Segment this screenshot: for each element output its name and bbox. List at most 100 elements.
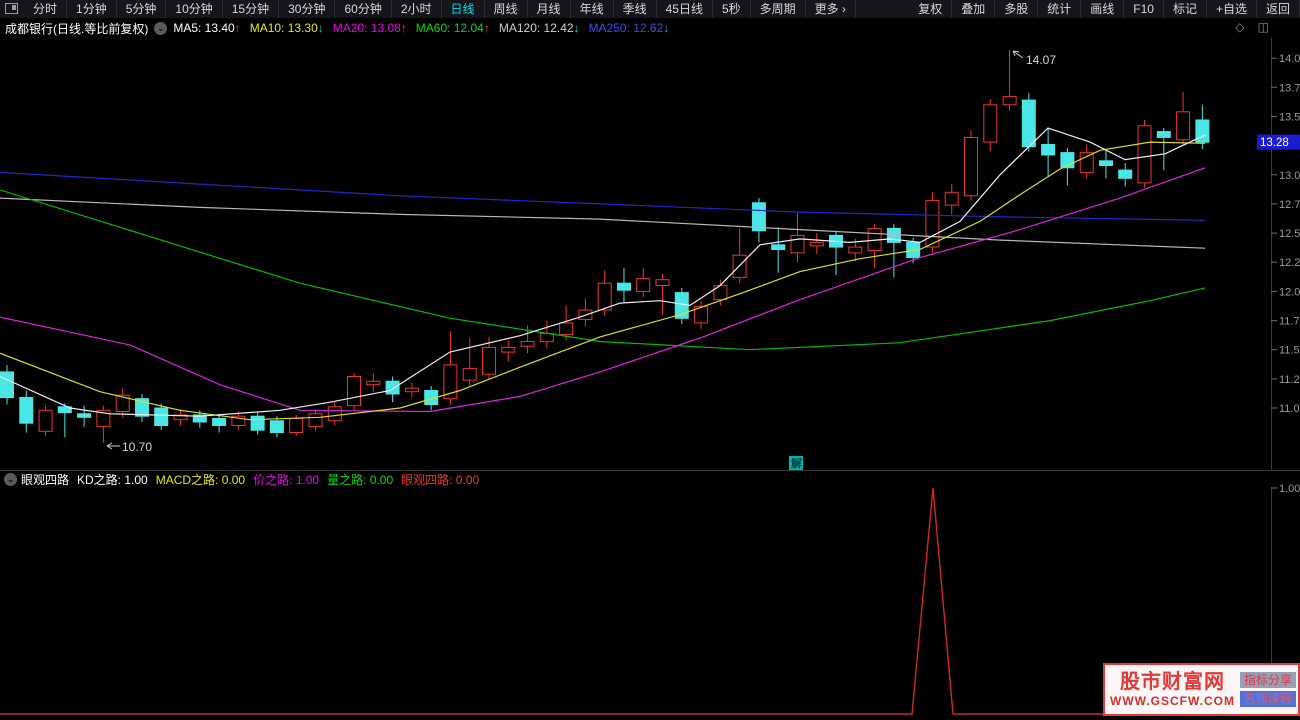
candle-body [289,418,304,433]
ma-value-MA250: MA250: 12.62↓ [589,21,670,35]
stock-title: 成都银行(日线.等比前复权) [5,21,149,36]
indicator-value-KD之路: KD之路: 1.00 [77,472,148,487]
period-tab-15分钟[interactable]: 15分钟 [223,0,280,18]
indicator-header: ⌄ 眼观四路 KD之路: 1.00 MACD之路: 0.00 价之路: 1.00 量之… [0,471,1272,487]
period-tab-45日线[interactable]: 45日线 [657,0,713,18]
ma-text: MA20: 13.08 [332,21,401,35]
trading-terminal: 14.0013.7513.5013.2513.0012.7512.5012.25… [0,0,1300,720]
indicator-values: KD之路: 1.00 MACD之路: 0.00 价之路: 1.00 量之路: 0.00… [77,471,487,488]
up-arrow-icon: ↑ [400,21,407,35]
candle-body [809,241,824,247]
candle-body [1137,125,1152,184]
candle-body [655,279,670,287]
watermark-badges: 指标分享 名师课程 [1239,672,1296,707]
action-buttons: 复权 叠加 多股 统计 画线 F10 标记 +自选 返回 [909,0,1300,18]
action-button-叠加[interactable]: 叠加 [952,0,996,18]
ma-values: MA5: 13.40↑ MA10: 13.30↓ MA20: 13.08↑ MA60:… [173,21,678,35]
candle-body [597,282,612,311]
indicator-chevron-icon[interactable]: ⌄ [4,472,17,486]
high-annotation-arrow [1012,50,1024,59]
ma-value-MA10: MA10: 13.30↓ [250,21,324,35]
indicator-axis-label: 1.00 [1279,483,1300,495]
axis-label: 13.50 [1279,112,1300,124]
period-tab-60分钟[interactable]: 60分钟 [335,0,392,18]
axis-label: 11.00 [1279,403,1300,415]
indicator-value-MACD之路: MACD之路: 0.00 [155,472,246,487]
period-tab-月线[interactable]: 月线 [528,0,571,18]
candle-body [38,409,53,432]
candle-body [1156,131,1171,138]
candle-body [925,199,940,248]
candle-body [1021,99,1036,148]
down-arrow-icon: ↓ [317,21,324,35]
candle-body [1118,169,1133,179]
low-annotation-label: 10.70 [122,440,152,454]
action-button-复权[interactable]: 复权 [909,0,953,18]
candle-body [154,407,169,426]
ma250-line [0,171,1206,221]
action-button-画线[interactable]: 画线 [1081,0,1125,18]
ma-text: MA120: 12.42 [498,21,574,35]
last-price-text: 13.28 [1260,137,1289,149]
action-button-+自选[interactable]: +自选 [1207,0,1257,18]
period-tab-日线[interactable]: 日线 [442,0,485,18]
period-tab-更多 ›[interactable]: 更多 › [806,0,856,18]
watermark-badge-1: 指标分享 [1239,672,1296,688]
panel-corner-icons[interactable]: ◇ ◫ [1235,20,1274,34]
candle-body [1079,152,1094,173]
chart-info-bar: 成都银行(日线.等比前复权) ⌄ MA5: 13.40↑ MA10: 13.30↓… [0,18,1300,38]
period-tab-年线[interactable]: 年线 [571,0,614,18]
candle-body [308,413,323,428]
candle-body [269,420,284,433]
watermark-badge-2: 名师课程 [1239,691,1296,707]
ma-value-MA5: MA5: 13.40↑ [173,21,240,35]
period-tab-1分钟[interactable]: 1分钟 [67,0,117,18]
period-tab-2小时[interactable]: 2小时 [392,0,442,18]
ma60-line [0,189,1206,351]
candle-body [482,346,496,375]
ma-value-MA60: MA60: 12.04↑ [416,21,490,35]
candle-body [77,413,92,418]
window-icon[interactable] [5,3,18,14]
candle-body [1041,144,1056,156]
action-button-多股[interactable]: 多股 [995,0,1039,18]
candle-body [347,376,361,407]
candle-body [1176,111,1191,141]
period-tab-季线[interactable]: 季线 [614,0,657,18]
action-button-F10[interactable]: F10 [1124,0,1164,18]
ma-text: MA5: 13.40 [173,21,235,35]
axis-label: 12.50 [1279,228,1300,240]
collapse-chevron-icon[interactable]: ⌄ [154,21,168,35]
candle-body [501,346,516,353]
indicator-value-眼观四路: 眼观四路: 0.00 [401,472,480,487]
axis-label: 13.75 [1279,82,1300,94]
ma5-line [0,127,1206,417]
ma-value-MA20: MA20: 13.08↑ [333,21,407,35]
watermark-text: 股市财富网 WWW.GSCFW.COM [1107,671,1238,708]
ma-text: MA60: 12.04 [415,21,484,35]
period-tab-10分钟[interactable]: 10分钟 [166,0,223,18]
period-tabs: 分时 1分钟 5分钟 10分钟 15分钟 30分钟 60分钟 2小时 日线 周线 月线 年线 季线 45日… [24,0,856,18]
candle-body [617,282,631,291]
candle-body [385,380,400,395]
period-tab-30分钟[interactable]: 30分钟 [279,0,336,18]
period-tab-5分钟[interactable]: 5分钟 [117,0,167,18]
ma-text: MA250: 12.62 [588,21,664,35]
period-tab-周线[interactable]: 周线 [485,0,528,18]
period-tab-分时[interactable]: 分时 [24,0,68,18]
high-annotation-label: 14.07 [1026,53,1056,67]
candle-body [964,137,978,197]
period-tab-多周期[interactable]: 多周期 [751,0,806,18]
candle-body [983,104,998,143]
watermark-site-name: 股市财富网 [1119,671,1225,693]
action-button-统计[interactable]: 统计 [1038,0,1082,18]
candle-body [1002,96,1017,106]
period-tab-5秒[interactable]: 5秒 [713,0,751,18]
watermark-site-url: WWW.GSCFW.COM [1110,694,1235,708]
candle-body [250,415,265,431]
action-button-标记[interactable]: 标记 [1164,0,1207,18]
ma120-line [0,197,1206,249]
main-chart[interactable]: 14.0013.7513.5013.2513.0012.7512.5012.25… [0,0,1300,720]
action-button-返回[interactable]: 返回 [1257,0,1300,18]
candle-body [848,246,863,254]
